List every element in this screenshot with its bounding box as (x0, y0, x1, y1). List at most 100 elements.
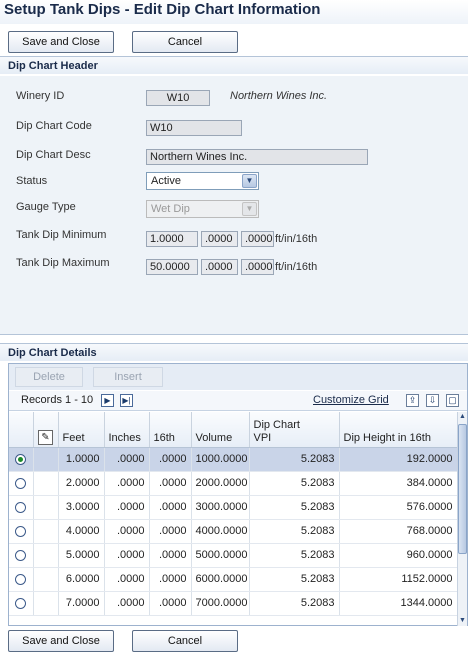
inches-cell[interactable]: .0000 (104, 567, 150, 592)
inches-cell[interactable]: .0000 (104, 471, 150, 496)
row-select-cell[interactable] (9, 519, 34, 544)
dip-height-cell[interactable]: 1152.0000 (339, 567, 458, 592)
row-edit-cell (33, 567, 59, 592)
feet-cell[interactable]: 1.0000 (58, 447, 105, 472)
save-and-close-button[interactable]: Save and Close (8, 31, 114, 53)
inches-cell[interactable]: .0000 (104, 519, 150, 544)
row-select-cell[interactable] (9, 447, 34, 472)
row-select-cell[interactable] (9, 567, 34, 592)
cancel-button[interactable]: Cancel (132, 31, 238, 53)
dip-height-cell[interactable]: 576.0000 (339, 495, 458, 520)
feet-cell[interactable]: 5.0000 (58, 543, 105, 568)
radio-icon[interactable] (15, 549, 27, 561)
tank-dip-max-unit: ft/in/16th (275, 261, 318, 273)
radio-selected-icon[interactable] (15, 453, 27, 465)
feet-cell[interactable]: 4.0000 (58, 519, 105, 544)
table-row[interactable]: 6.0000 .0000 .0000 6000.0000 5.2083 1152… (9, 567, 458, 592)
row-select-cell[interactable] (9, 543, 34, 568)
export-icon[interactable]: ⇪ (406, 394, 419, 407)
radio-icon[interactable] (15, 573, 27, 585)
volume-cell[interactable]: 3000.0000 (191, 495, 250, 520)
customize-grid-link[interactable]: Customize Grid (313, 394, 389, 406)
16th-cell[interactable]: .0000 (149, 495, 192, 520)
vpi-cell[interactable]: 5.2083 (249, 471, 340, 496)
row-select-cell[interactable] (9, 591, 34, 616)
pencil-icon: ✎ (38, 429, 53, 445)
scroll-down-icon[interactable]: ▼ (458, 616, 467, 626)
cancel-button-bottom[interactable]: Cancel (132, 630, 238, 652)
16th-cell[interactable]: .0000 (149, 591, 192, 616)
vpi-cell[interactable]: 5.2083 (249, 591, 340, 616)
feet-cell[interactable]: 7.0000 (58, 591, 105, 616)
row-edit-cell (33, 591, 59, 616)
row-select-cell[interactable] (9, 471, 34, 496)
feet-cell[interactable]: 3.0000 (58, 495, 105, 520)
grid-vertical-scrollbar[interactable]: ▲ ▼ (457, 412, 467, 626)
winery-id-field: W10 (146, 90, 210, 106)
volume-cell[interactable]: 6000.0000 (191, 567, 250, 592)
chevron-down-icon[interactable]: ▼ (242, 174, 257, 188)
tank-dip-max-16th-field[interactable]: .0000 (241, 259, 274, 275)
inches-cell[interactable]: .0000 (104, 495, 150, 520)
volume-cell[interactable]: 7000.0000 (191, 591, 250, 616)
vpi-cell[interactable]: 5.2083 (249, 519, 340, 544)
next-page-icon[interactable]: ▶ (101, 394, 114, 407)
radio-icon[interactable] (15, 501, 27, 513)
status-select[interactable]: Active ▼ (146, 172, 259, 190)
table-row[interactable]: 7.0000 .0000 .0000 7000.0000 5.2083 1344… (9, 591, 458, 616)
volume-column-header[interactable]: Volume (191, 412, 250, 448)
dip-chart-vpi-column-header[interactable]: Dip Chart VPI (249, 412, 340, 448)
volume-cell[interactable]: 4000.0000 (191, 519, 250, 544)
tank-dip-min-16th-field[interactable]: .0000 (241, 231, 274, 247)
16th-cell[interactable]: .0000 (149, 543, 192, 568)
feet-cell[interactable]: 2.0000 (58, 471, 105, 496)
inches-cell[interactable]: .0000 (104, 447, 150, 472)
feet-column-header[interactable]: Feet (58, 412, 105, 448)
radio-icon[interactable] (15, 597, 27, 609)
tank-dip-max-feet-field[interactable]: 50.0000 (146, 259, 198, 275)
dip-height-column-header[interactable]: Dip Height in 16th (339, 412, 458, 448)
radio-icon[interactable] (15, 525, 27, 537)
delete-button[interactable]: Delete (15, 367, 83, 387)
scroll-up-icon[interactable]: ▲ (458, 412, 467, 422)
tank-dip-min-inches-field[interactable]: .0000 (201, 231, 238, 247)
scrollbar-thumb[interactable] (458, 424, 467, 554)
last-page-icon[interactable]: ▶| (120, 394, 133, 407)
dip-height-cell[interactable]: 960.0000 (339, 543, 458, 568)
table-row[interactable]: 2.0000 .0000 .0000 2000.0000 5.2083 384.… (9, 471, 458, 496)
dip-height-cell[interactable]: 768.0000 (339, 519, 458, 544)
radio-icon[interactable] (15, 477, 27, 489)
volume-cell[interactable]: 2000.0000 (191, 471, 250, 496)
vpi-cell[interactable]: 5.2083 (249, 567, 340, 592)
volume-cell[interactable]: 5000.0000 (191, 543, 250, 568)
vpi-cell[interactable]: 5.2083 (249, 447, 340, 472)
save-and-close-button-bottom[interactable]: Save and Close (8, 630, 114, 652)
tank-dip-max-inches-field[interactable]: .0000 (201, 259, 238, 275)
maximize-grid-icon[interactable]: ▢ (446, 394, 459, 407)
table-row[interactable]: 4.0000 .0000 .0000 4000.0000 5.2083 768.… (9, 519, 458, 544)
dip-height-cell[interactable]: 384.0000 (339, 471, 458, 496)
16th-cell[interactable]: .0000 (149, 519, 192, 544)
vpi-cell[interactable]: 5.2083 (249, 543, 340, 568)
tank-dip-minimum-label: Tank Dip Minimum (16, 229, 107, 241)
inches-column-header[interactable]: Inches (104, 412, 150, 448)
inches-cell[interactable]: .0000 (104, 591, 150, 616)
16th-cell[interactable]: .0000 (149, 471, 192, 496)
dip-height-cell[interactable]: 192.0000 (339, 447, 458, 472)
inches-cell[interactable]: .0000 (104, 543, 150, 568)
feet-cell[interactable]: 6.0000 (58, 567, 105, 592)
row-select-cell[interactable] (9, 495, 34, 520)
tank-dip-min-feet-field[interactable]: 1.0000 (146, 231, 198, 247)
16th-column-header[interactable]: 16th (149, 412, 192, 448)
16th-cell[interactable]: .0000 (149, 447, 192, 472)
16th-cell[interactable]: .0000 (149, 567, 192, 592)
volume-cell[interactable]: 1000.0000 (191, 447, 250, 472)
import-icon[interactable]: ⇩ (426, 394, 439, 407)
insert-button[interactable]: Insert (93, 367, 163, 387)
edit-column-header: ✎ (33, 412, 59, 448)
table-row[interactable]: 1.0000 .0000 .0000 1000.0000 5.2083 192.… (9, 447, 458, 472)
table-row[interactable]: 3.0000 .0000 .0000 3000.0000 5.2083 576.… (9, 495, 458, 520)
table-row[interactable]: 5.0000 .0000 .0000 5000.0000 5.2083 960.… (9, 543, 458, 568)
dip-height-cell[interactable]: 1344.0000 (339, 591, 458, 616)
vpi-cell[interactable]: 5.2083 (249, 495, 340, 520)
